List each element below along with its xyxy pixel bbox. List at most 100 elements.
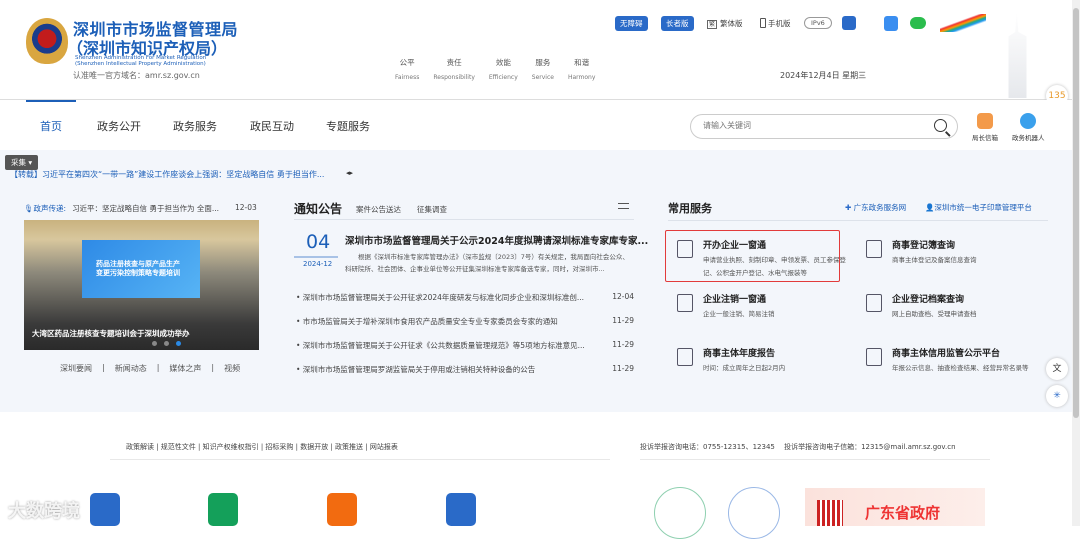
search-input[interactable] [703,121,923,130]
collect-dropdown[interactable]: 采集 ▾ [5,155,39,170]
service-desc: 网上自助查档、受理申请查档 [892,310,977,318]
notice-item[interactable]: • 深圳市市场监督管理局关于公开征求2024年度研发与标准化同步企业和深圳标准创… [296,292,634,303]
traditional-chinese-link[interactable]: 繁繁体版 [707,18,743,29]
tab-news-updates[interactable]: 新闻动态 [115,363,147,374]
tab-video[interactable]: 视频 [224,363,240,374]
search-icon[interactable] [934,119,947,132]
service-desc: 时间：成立周年之日起2月内 [703,364,786,372]
service-desc: 商事主体登记及备案信息查询 [892,256,977,264]
portal-icon: ✚ [845,203,854,212]
network-icon[interactable]: ✳ [1046,385,1068,407]
carousel-dot[interactable] [164,341,169,346]
voice-news[interactable]: 🎙政声传递: 习近平：坚定战略自信 勇于担当作为 全面... 12-03 [24,203,257,214]
app-icon[interactable] [842,16,856,30]
police-emblem-logo [26,18,68,64]
service-desc: 年报公示信息、抽查检查结果、经营异常名录等 [892,364,1029,372]
value-cn: 公平 [399,58,415,67]
divider [110,459,610,460]
title-en-2: (Shenzhen Intellectual Property Administ… [75,61,206,67]
translate-icon[interactable]: 文 [1046,358,1068,380]
director-mailbox-link[interactable]: 局长信箱 [972,113,998,142]
value-item: 公平 Fairness [395,57,419,81]
value-en: Responsibility [433,74,475,81]
ticker-arrows[interactable]: ◂▸ [346,169,353,177]
tab-shenzhen-news[interactable]: 深圳要闻 [60,363,92,374]
fda-icon[interactable] [208,493,238,526]
watermark: 大数跨境 [8,501,80,522]
value-cn: 和谐 [574,58,590,67]
divider [640,459,990,460]
service-title: 企业登记档案查询 [892,295,965,305]
carousel-dot-active[interactable] [176,341,181,346]
guangdong-portal-link[interactable]: ✚ 广东政务服务网 [845,202,906,213]
voice-label-text: 政声传递: [33,204,67,213]
ipv6-badge: IPv6 [804,17,832,29]
phone-icon [760,18,766,28]
value-item: 效能 Efficiency [489,57,518,81]
green-channel-icon[interactable] [884,16,898,31]
robot-link[interactable]: 政务机器人 [1012,113,1045,142]
notice-item[interactable]: • 深圳市市场监督管理局罗湖监管局关于停用或注销相关特种设备的公告 11-29 [296,364,634,375]
app-link-icon[interactable] [90,493,120,526]
news-ticker[interactable]: 【转载】习近平在第四次“一带一路”建设工作座谈会上强调：坚定战略自信 勇于担当作… [10,169,324,180]
voice-text: 习近平：坚定战略自信 勇于担当作为 全面... [72,204,219,213]
carousel-dots [152,341,181,346]
value-en: Fairness [395,74,420,81]
notice-item-date: 11-29 [612,340,634,349]
nav-home[interactable]: 首页 [40,118,62,134]
e-seal-platform-link[interactable]: 👤深圳市统一电子印章管理平台 [925,202,1032,213]
notice-item-date: 11-29 [612,364,634,373]
footer-links[interactable]: 政策解读 | 规范性文件 | 知识产权维权指引 | 招标采购 | 数据开放 | … [126,442,398,452]
mobile-version-link[interactable]: 手机版 [760,18,791,29]
notice-item-date: 11-29 [612,316,634,325]
chat-icon[interactable] [654,487,706,539]
link-label: 深圳市统一电子印章管理平台 [934,203,1032,212]
service-title: 商事登记簿查询 [892,241,956,251]
tab-survey[interactable]: 征集调查 [417,204,447,215]
more-menu-icon[interactable] [618,203,629,209]
notice-item[interactable]: • 深圳市市场监督管理局关于公开征求《公共数据质量管理规范》等5项地方标准意见.… [296,340,634,351]
report-icon [677,348,693,366]
current-date: 2024年12月4日 星期三 [780,71,867,80]
services-title: 常用服务 [668,202,712,215]
featured-notice-title[interactable]: 深圳市市场监督管理局关于公示2024年度拟聘请深圳标准专家库专家... [345,233,648,247]
guangdong-gov-banner[interactable]: 广东省政府 [805,488,985,526]
service-title: 商事主体信用监管公示平台 [892,349,1001,359]
notice-title[interactable]: 通知公告 [294,200,342,217]
quick-label: 局长信箱 [972,134,998,142]
tab-media[interactable]: 媒体之声 [169,363,201,374]
value-cn: 效能 [495,58,511,67]
nav-topics[interactable]: 专题服务 [326,118,370,134]
link-label: 广东政务服务网 [853,203,907,212]
domain-note: 认准唯一官方域名：amr.sz.gov.cn [73,71,200,80]
notice-item-title: • 市市场监管局关于增补深圳市食用农产品质量安全专业专家委员会专家的通知 [296,317,558,326]
value-en: Efficiency [488,74,518,81]
nav-gov-affairs[interactable]: 政务公开 [97,118,141,134]
service-desc: 企业一般注销、简易注销 [703,310,775,318]
date-divider [294,256,338,258]
notice-item[interactable]: • 市市场监管局关于增补深圳市食用农产品质量安全专业专家委员会专家的通知 11-2… [296,316,634,327]
elderly-mode-button[interactable]: 长者版 [661,16,694,31]
divider [668,220,1048,221]
values-list: 公平 Fairness 责任 Responsibility 效能 Efficiency… [395,57,595,81]
footer-contact: 投诉举报咨询电话：0755-12315、12345 投诉举报咨询电子信箱：123… [640,443,956,451]
value-item: 责任 Responsibility [433,57,475,81]
search-box [690,114,958,139]
news-carousel[interactable]: 药品注册核查与原产品生产 变更污染控制策略专题培训 大湾区药品注册核查专题培训会… [24,220,259,350]
nav-interaction[interactable]: 政民互动 [250,118,294,134]
computer-icon[interactable] [327,493,357,526]
nav-services[interactable]: 政务服务 [173,118,217,134]
inbox-icon [866,294,882,312]
wechat-icon[interactable] [910,17,926,29]
tab-case-notice[interactable]: 案件公告送达 [356,204,401,215]
voice-label: 🎙政声传递: [24,204,67,213]
scrollbar-thumb[interactable] [1073,8,1079,418]
carousel-dot[interactable] [152,341,157,346]
value-item: 和谐 Harmony [568,57,595,81]
service-title: 企业注销一窗通 [703,295,767,305]
screen-text: 药品注册核查与原产品生产 变更污染控制策略专题培训 [96,260,180,277]
phone-app-icon[interactable] [446,493,476,526]
notice-item-title: • 深圳市市场监督管理局罗湖监管局关于停用或注销相关特种设备的公告 [296,365,536,374]
mail-vote-icon[interactable] [728,487,780,539]
accessibility-button[interactable]: 无障碍 [615,16,648,31]
